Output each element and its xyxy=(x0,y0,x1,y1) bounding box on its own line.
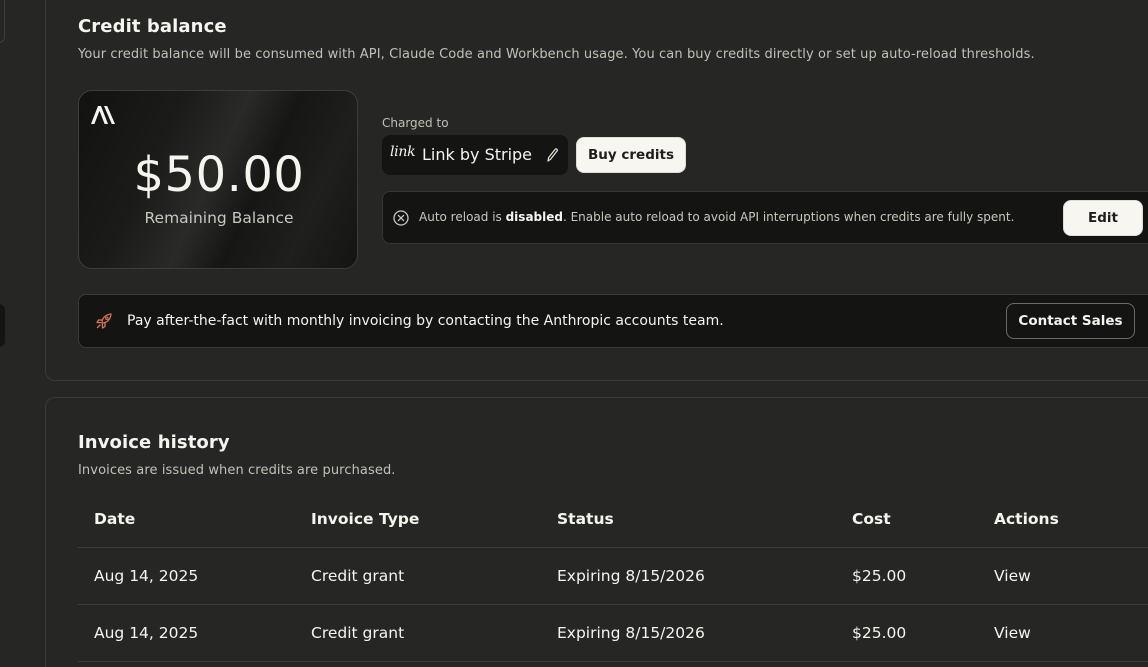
charged-to-label: Charged to xyxy=(382,116,449,130)
link-brand-mark: link xyxy=(390,144,416,160)
pencil-icon[interactable] xyxy=(545,147,559,163)
row-cost: $25.00 xyxy=(852,567,907,585)
balance-card: $50.00 Remaining Balance xyxy=(78,90,358,269)
balance-amount: $50.00 xyxy=(133,147,305,203)
edit-auto-reload-button[interactable]: Edit xyxy=(1063,200,1143,236)
billing-page: Credit balance Your credit balance will … xyxy=(0,0,1148,667)
buy-credits-button[interactable]: Buy credits xyxy=(576,137,686,173)
column-header-actions: Actions xyxy=(994,510,1059,528)
payment-method-name: Link by Stripe xyxy=(422,145,533,164)
invoice-history-title: Invoice history xyxy=(78,432,230,453)
column-header-date: Date xyxy=(94,510,136,528)
table-divider xyxy=(78,661,1148,662)
column-header-status: Status xyxy=(557,510,614,528)
credit-balance-description: Your credit balance will be consumed wit… xyxy=(78,47,1035,62)
row-date: Aug 14, 2025 xyxy=(94,567,199,585)
column-header-invoice-type: Invoice Type xyxy=(311,510,420,528)
table-divider xyxy=(78,547,1148,548)
auto-reload-state: disabled xyxy=(505,210,563,224)
view-invoice-link[interactable]: View xyxy=(994,624,1031,642)
invoice-history-description: Invoices are issued when credits are pur… xyxy=(78,463,396,478)
row-date: Aug 14, 2025 xyxy=(94,624,199,642)
row-status: Expiring 8/15/2026 xyxy=(557,567,705,585)
payment-method-chip[interactable]: link Link by Stripe xyxy=(382,135,568,175)
row-invoice-type: Credit grant xyxy=(311,624,405,642)
x-circle-icon xyxy=(393,210,409,226)
column-header-cost: Cost xyxy=(852,510,891,528)
view-invoice-link[interactable]: View xyxy=(994,567,1031,585)
balance-label: Remaining Balance xyxy=(144,209,294,227)
table-divider xyxy=(78,604,1148,605)
contact-sales-button[interactable]: Contact Sales xyxy=(1006,303,1135,339)
rocket-icon xyxy=(96,313,112,329)
row-invoice-type: Credit grant xyxy=(311,567,405,585)
sidebar-item-active-fragment[interactable] xyxy=(0,304,5,347)
anthropic-logo-icon xyxy=(91,106,115,124)
sidebar-item-fragment[interactable] xyxy=(0,0,5,43)
auto-reload-text: Auto reload is disabled. Enable auto rel… xyxy=(419,210,1015,224)
monthly-invoicing-text: Pay after-the-fact with monthly invoicin… xyxy=(127,313,724,329)
row-cost: $25.00 xyxy=(852,624,907,642)
credit-balance-title: Credit balance xyxy=(78,16,227,37)
row-status: Expiring 8/15/2026 xyxy=(557,624,705,642)
